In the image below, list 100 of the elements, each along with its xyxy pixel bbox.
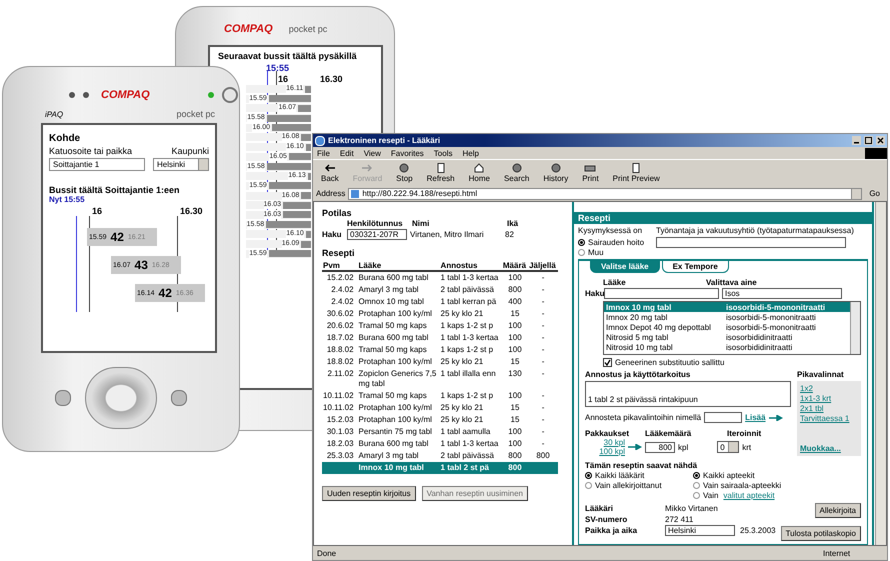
tab[interactable]: Ex Tempore [662,261,729,273]
table-cell-text: 10.11.02 [322,390,355,402]
toolbar-button[interactable]: Print [582,163,599,183]
browser-icon [315,136,325,146]
address-field[interactable]: http://80.222.94.188/resepti.html [348,188,862,200]
table-cell-text: Tramal 50 mg kaps [358,344,428,356]
package-link[interactable]: 100 kpl [599,447,625,456]
table-cell-text: 1 tabl 1-3 kertaa [440,438,500,450]
home-icon [473,163,486,173]
toolbar-button[interactable]: History [543,163,568,183]
employer-field[interactable] [656,237,846,248]
radio-button[interactable] [585,472,592,478]
menu-item[interactable]: Edit [340,148,354,158]
menu-item[interactable]: View [364,148,381,158]
id-field[interactable]: 030321-207R [347,229,407,240]
field-label: Lääke [602,278,627,287]
action-button[interactable]: Allekirjoita [814,503,861,518]
table-cell-text: - [540,438,546,450]
axis-label: 16.30 [320,74,343,84]
table-cell-text: - [540,426,546,438]
table-cell-text: 2.4.02 [330,284,355,296]
field-label: Paikka ja aika [585,526,638,535]
option-label: Kaikki apteekit [703,470,755,480]
dosage-field[interactable]: 1 tabl 2 st päivässä rintakipuun [585,381,791,407]
menu-item[interactable]: Help [462,148,479,158]
toolbar-button[interactable]: Stop [396,163,413,183]
radio-button[interactable] [693,492,700,498]
list-item[interactable]: Imnox Depot 40 mg depottabl isosorbidi-5-mononitraatti [604,322,850,332]
table-cell-text: - [540,344,546,356]
pharmacy-link[interactable]: valitut apteekit [723,490,775,500]
table-cell-text: 15.2.03 [326,414,355,426]
table-cell-text: 100 [507,426,523,438]
patient-name: Virtanen, Mitro Ilmari [410,230,485,239]
radio-button[interactable] [693,482,700,488]
table-row[interactable]: Imnox 10 mg tabl 1 tabl 2 st pä 800 [322,462,558,474]
page-icon [351,190,360,198]
field-label: Annosteta pikavalintoihin nimellä [585,413,702,422]
table-cell-text: Burana 600 mg tabl [358,438,430,450]
city-dropdown[interactable]: Helsinki [153,158,209,171]
app-button[interactable] [171,390,187,406]
option-label: Kaikki lääkärit [595,470,644,480]
iterations-spinner[interactable]: 0 [717,441,740,453]
arrow-icon [628,444,642,450]
package-link[interactable]: 30 kpl [604,438,625,447]
tab[interactable]: Valitse lääke [590,261,660,273]
action-button[interactable]: Tulosta potilaskopio [780,526,861,541]
radio-button[interactable] [693,472,700,478]
panel-header: Resepti [574,212,872,224]
list-item[interactable]: Nitrosid 10 mg tabl isosorbididinitraatti [604,342,850,352]
edit-link[interactable]: Muokkaa... [800,444,858,453]
menu-item[interactable]: Tools [434,148,452,158]
scrollbar[interactable] [875,202,886,545]
action-button[interactable]: Uuden reseptin kirjoitus [322,486,416,501]
maximize-icon[interactable] [864,136,873,145]
table-cell: 15.2.02 [322,271,358,284]
quick-choice-link[interactable]: 1x1-3 krt [800,394,858,403]
table-cell: 25.3.03 [322,450,358,462]
quick-choice-link[interactable]: Tarvittaessa 1 [800,414,858,423]
table-cell-text: 20.6.02 [326,320,355,332]
radio-button[interactable] [585,482,592,488]
indicator-light [208,92,214,98]
option-label: Muu [588,248,604,256]
section-heading: Kohde [49,133,82,144]
quick-choice-link[interactable]: 2x1 tbl [800,404,858,413]
toolbar-button[interactable]: Back [321,163,339,183]
place-field[interactable]: Helsinki [665,525,735,536]
drug-search-field[interactable] [604,288,719,299]
street-field[interactable]: Soittajantie 1 [49,158,145,171]
quick-choice-link[interactable]: 1x2 [800,384,858,393]
quick-name-field[interactable] [704,412,742,423]
radio-button[interactable] [578,238,585,246]
unit-label: kpl [678,442,688,452]
toolbar-button[interactable]: Search [504,163,530,183]
table-cell-text: 18.8.02 [326,356,355,368]
add-link[interactable]: Lisää [745,413,766,422]
radio-button[interactable] [578,248,585,256]
amount-field[interactable]: 800 [645,442,675,452]
list-item[interactable]: Imnox 10 mg tabl isosorbidi-5-mononitraatti [604,302,850,312]
toolbar-button[interactable]: Refresh [426,163,455,183]
power-button[interactable] [222,87,238,103]
table-cell-text: - [540,296,546,308]
toolbar-button[interactable]: Print Preview [612,163,660,183]
menu-item[interactable]: Favorites [390,148,424,158]
app-button[interactable] [55,390,71,406]
substance-field[interactable]: Isos [722,288,842,299]
axis-label: 16 [278,74,288,84]
list-item[interactable]: Nitrosid 5 mg tabl isosorbididinitraatti [604,332,850,342]
list-item[interactable]: Imnox 20 mg tabl isosorbidi-5-mononitraatti [604,312,850,322]
menu-item[interactable]: File [317,148,330,158]
platform-label: pocket pc [288,24,328,34]
minimize-icon[interactable] [852,136,861,145]
table-cell-text: 1 tabl kerran pä [440,296,498,308]
close-icon[interactable] [876,136,885,145]
table-cell-text: 400 [507,296,523,308]
table-cell-text: 1 tabl aamulla [440,426,492,438]
table-cell-text: 1 tabl 1-3 kertaa [440,332,500,344]
scrollbar[interactable] [850,302,860,354]
toolbar-button[interactable]: Home [468,163,490,183]
checkbox[interactable]: Geneerinen substituutio sallittu [603,358,861,367]
table-cell-text: 15 [510,402,520,414]
